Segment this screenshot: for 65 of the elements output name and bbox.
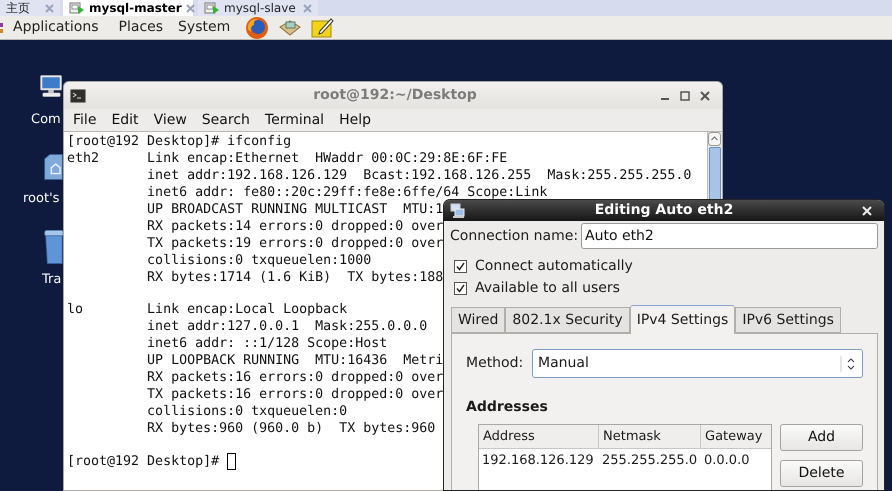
menu-item[interactable]: Edit: [111, 110, 139, 130]
notepad-icon[interactable]: [311, 16, 334, 38]
desktop-icon-label[interactable]: Com: [31, 112, 61, 128]
maximize-icon[interactable]: [680, 90, 690, 100]
terminal-prompt: [root@192 Desktop]#: [67, 453, 220, 470]
window-title: root@192:~/Desktop: [312, 86, 478, 105]
column-header[interactable]: Address: [479, 425, 599, 449]
menu-item[interactable]: Help: [339, 110, 371, 130]
table-cell-text: 255.255.255.0: [601, 452, 698, 470]
terminal-line: RX packets:14 errors:0 dropped:0 over: [146, 219, 444, 234]
column-header[interactable]: Netmask: [599, 425, 701, 449]
terminal-line: inet addr:127.0.0.1 Mask:255.0.0.0: [146, 319, 428, 334]
panel-menu[interactable]: System: [178, 17, 230, 38]
terminal-line: lo Link encap:Local Loopback: [67, 302, 348, 317]
terminal-line: UP LOOPBACK RUNNING MTU:16436 Metri: [146, 353, 444, 368]
terminal-line: inet addr:192.168.126.129 Bcast:192.168.126.255 Mask:255.255.255.0: [146, 168, 692, 183]
terminal-line: inet6 addr: ::1/128 Scope:Host: [146, 336, 388, 351]
terminal-line: UP BROADCAST RUNNING MULTICAST MTU:1: [146, 202, 444, 217]
tab[interactable]: 802.1x Security: [505, 307, 630, 333]
connection-name-field[interactable]: Auto eth2: [581, 223, 878, 249]
vm-icon: [204, 2, 220, 14]
terminal-line: RX bytes:960 (960.0 b) TX bytes:960: [146, 421, 436, 436]
tab[interactable]: IPv4 Settings: [630, 305, 736, 334]
terminal-line: RX bytes:1714 (1.6 KiB) TX bytes:188: [146, 270, 444, 285]
desktop-icon-label[interactable]: Tra: [42, 272, 62, 288]
action-button[interactable]: Delete: [780, 460, 863, 487]
field-label: Connection name:: [450, 226, 580, 246]
table-cell-text: 192.168.126.129: [481, 452, 595, 470]
table-cell-text: 0.0.0.0: [703, 452, 750, 470]
menu-item[interactable]: View: [154, 110, 187, 130]
vm-icon: [69, 2, 85, 14]
vm-tab[interactable]: 主页: [0, 0, 60, 16]
terminal-line: TX packets:16 errors:0 dropped:0 over: [146, 387, 444, 402]
terminal-line: RX packets:16 errors:0 dropped:0 over: [146, 370, 444, 385]
tab[interactable]: Wired: [451, 307, 506, 333]
terminal-line: eth2 Link encap:Ethernet HWaddr 00:0C:29:8E:6F:FE: [67, 151, 508, 166]
checkbox-label[interactable]: Connect automatically: [475, 256, 633, 276]
window-title: Editing Auto eth2: [594, 201, 734, 220]
terminal-line: collisions:0 txqueuelen:1000: [146, 253, 372, 268]
menu-item[interactable]: File: [73, 110, 96, 130]
desktop-icon-label[interactable]: root's: [23, 191, 60, 207]
column-header[interactable]: Gateway: [701, 425, 771, 449]
checkbox-label[interactable]: Available to all users: [475, 278, 620, 298]
checkbox[interactable]: [454, 260, 467, 272]
tab[interactable]: IPv6 Settings: [735, 307, 841, 333]
menu-item[interactable]: Terminal: [264, 110, 324, 130]
checkbox[interactable]: [454, 282, 467, 294]
network-icon: [450, 202, 466, 218]
terminal-line: collisions:0 txqueuelen:0: [146, 404, 348, 419]
panel-menu[interactable]: Applications: [13, 17, 99, 38]
terminal-icon: [70, 88, 86, 102]
vm-tab[interactable]: mysql-master: [63, 0, 193, 16]
vm-tab[interactable]: mysql-slave: [198, 0, 318, 16]
scroll-up-icon[interactable]: [708, 132, 722, 146]
terminal-line: [root@192 Desktop]# ifconfig: [67, 134, 292, 149]
field-label: Method:: [466, 354, 524, 373]
terminal-line: TX packets:19 errors:0 dropped:0 over: [146, 236, 444, 251]
panel-menu[interactable]: Places: [118, 17, 164, 38]
close-icon[interactable]: [700, 90, 710, 100]
action-button[interactable]: Add: [780, 424, 863, 451]
method-dropdown[interactable]: Manual: [532, 349, 863, 378]
terminal-line: inet6 addr: fe80::20c:29ff:fe8e:6ffe/64 Scope:Link: [146, 185, 548, 200]
section-heading: Addresses: [466, 398, 549, 417]
globe-icon[interactable]: [245, 16, 270, 40]
menu-item[interactable]: Search: [202, 110, 250, 130]
